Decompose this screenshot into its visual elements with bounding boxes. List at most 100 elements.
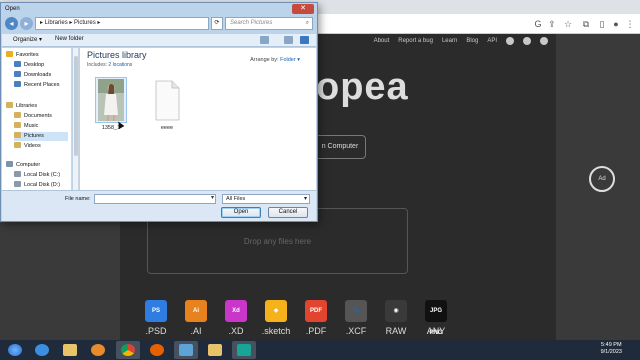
photo-thumbnail xyxy=(95,77,127,123)
share-icon[interactable]: ⇪ xyxy=(546,18,558,30)
library-icon xyxy=(6,102,13,108)
format-label: .XD xyxy=(228,326,244,336)
scrollbar-thumb[interactable] xyxy=(74,56,78,156)
firefox-icon xyxy=(150,344,164,356)
open-from-computer-button[interactable]: n Computer xyxy=(314,135,366,159)
close-icon[interactable]: ✕ xyxy=(292,4,314,14)
nav-api[interactable]: API xyxy=(487,38,497,44)
clock-time: 5:49 PM xyxy=(601,342,622,348)
nav-item-local-disk-d[interactable]: Local Disk (D:) xyxy=(14,181,60,190)
arrange-by-label: Arrange by: xyxy=(250,57,279,63)
nav-item-computer[interactable]: Computer xyxy=(6,161,40,170)
file-list: Pictures library Includes: 2 locations A… xyxy=(80,48,316,190)
folder-icon xyxy=(63,344,77,356)
nav-item-label: Favorites xyxy=(16,52,39,58)
chevron-down-icon[interactable]: ▾ xyxy=(211,194,214,201)
nav-item-local-disk-c[interactable]: Local Disk (C:) xyxy=(14,171,60,180)
nav-report-bug[interactable]: Report a bug xyxy=(398,38,433,44)
new-folder-button[interactable]: New folder xyxy=(55,36,84,42)
file-name-label: eeee xyxy=(160,125,174,131)
internet-explorer-icon xyxy=(35,344,49,356)
organize-menu[interactable]: Organize ▾ xyxy=(13,36,42,43)
format-psd: PS .PSD xyxy=(140,300,172,336)
navigation-pane: Favorites Desktop Downloads Recent Places Li… xyxy=(2,48,72,190)
ad-badge[interactable]: Ad xyxy=(589,166,615,192)
format-any-format: JPG PNG ANY xyxy=(420,300,452,336)
taskbar-photopea[interactable] xyxy=(232,341,256,359)
supported-formats: PS .PSD Ai .AI Xd .XD ◆ .sketch PDF .PDF 🐾 .XCF ◉ RAW… xyxy=(140,300,452,336)
nav-item-documents[interactable]: Documents xyxy=(14,112,52,121)
photopea-topnav: About Report a bug Learn Blog API xyxy=(374,37,548,45)
start-button[interactable] xyxy=(3,341,27,359)
extensions-icon[interactable]: ⧉ xyxy=(580,18,592,30)
preview-pane-icon[interactable] xyxy=(284,36,293,44)
media-player-icon xyxy=(91,344,105,356)
profile-icon[interactable]: ● xyxy=(610,18,622,30)
taskbar-media[interactable] xyxy=(86,341,110,359)
nav-item-label: Desktop xyxy=(24,62,45,68)
format-label: .sketch xyxy=(261,326,291,336)
search-icon: ⌕ xyxy=(305,20,309,26)
file-name-input[interactable]: ▾ xyxy=(94,194,216,204)
nav-item-label: Documents xyxy=(24,113,52,119)
twitter-icon[interactable] xyxy=(523,37,531,45)
open-button[interactable]: Open xyxy=(221,207,261,218)
format-label: .PDF xyxy=(305,326,327,336)
gimp-icon: 🐾 xyxy=(345,300,367,322)
nav-item-videos[interactable]: Videos xyxy=(14,142,41,151)
taskbar-explorer[interactable] xyxy=(58,341,82,359)
taskbar-folder[interactable] xyxy=(203,341,227,359)
library-includes: Includes: 2 locations xyxy=(87,62,132,68)
nav-item-music[interactable]: Music xyxy=(14,122,38,131)
nav-learn[interactable]: Learn xyxy=(442,38,457,44)
github-icon[interactable] xyxy=(506,37,514,45)
nav-item-downloads[interactable]: Downloads xyxy=(14,71,51,80)
taskbar-app[interactable] xyxy=(174,341,198,359)
taskbar-ie[interactable] xyxy=(30,341,54,359)
pdf-icon: PDF xyxy=(305,300,327,322)
taskbar-firefox[interactable] xyxy=(145,341,169,359)
nav-item-favorites[interactable]: Favorites xyxy=(6,51,39,60)
nav-about[interactable]: About xyxy=(374,38,390,44)
desktop-icon xyxy=(14,61,21,67)
disk-icon xyxy=(14,181,21,187)
format-label: RAW xyxy=(385,326,407,336)
format-pdf: PDF .PDF xyxy=(300,300,332,336)
pictures-icon xyxy=(14,132,21,138)
side-panel-icon[interactable]: ▯ xyxy=(596,18,608,30)
nav-item-libraries[interactable]: Libraries xyxy=(6,102,37,111)
includes-label: Includes: xyxy=(87,62,108,68)
search-placeholder: Search Pictures xyxy=(230,20,273,26)
folder-icon xyxy=(208,344,222,356)
system-clock[interactable]: 5:49 PM 9/1/2023 xyxy=(601,342,622,356)
menu-icon[interactable]: ⋮ xyxy=(624,18,636,30)
bookmark-star-icon[interactable]: ☆ xyxy=(562,18,574,30)
facebook-icon[interactable] xyxy=(540,37,548,45)
format-label: .PSD xyxy=(145,326,167,336)
file-type-select[interactable]: All Files ▾ xyxy=(222,194,310,204)
cancel-button[interactable]: Cancel xyxy=(268,207,308,218)
nav-item-label: Pictures xyxy=(24,133,44,139)
nav-item-pictures[interactable]: Pictures xyxy=(14,132,68,141)
address-bar[interactable]: ▸ Libraries ▸ Pictures ▸ xyxy=(35,17,209,30)
taskbar-chrome[interactable] xyxy=(116,341,140,359)
nav-item-desktop[interactable]: Desktop xyxy=(14,61,44,70)
file-name-label: File name: xyxy=(65,196,91,202)
help-icon[interactable] xyxy=(300,36,309,44)
locations-link[interactable]: 2 locations xyxy=(108,62,132,68)
arrange-by-dropdown[interactable]: Folder ▾ xyxy=(280,57,300,63)
view-options-icon[interactable] xyxy=(260,36,269,44)
library-title: Pictures library xyxy=(87,50,147,60)
nav-blog[interactable]: Blog xyxy=(466,38,478,44)
forward-arrow-icon[interactable]: ▸ xyxy=(20,17,33,30)
format-ai: Ai .AI xyxy=(180,300,212,336)
nav-item-recent-places[interactable]: Recent Places xyxy=(14,81,59,90)
format-gimp: 🐾 .XCF xyxy=(340,300,372,336)
format-label: .AI xyxy=(190,326,202,336)
search-input[interactable]: Search Pictures ⌕ xyxy=(225,17,313,30)
back-arrow-icon[interactable]: ◂ xyxy=(5,17,18,30)
photopea-logo-title: opea xyxy=(316,66,409,108)
google-icon[interactable]: G xyxy=(532,18,544,30)
refresh-icon[interactable]: ⟳ xyxy=(211,17,223,30)
navigation-scrollbar[interactable] xyxy=(73,48,79,190)
